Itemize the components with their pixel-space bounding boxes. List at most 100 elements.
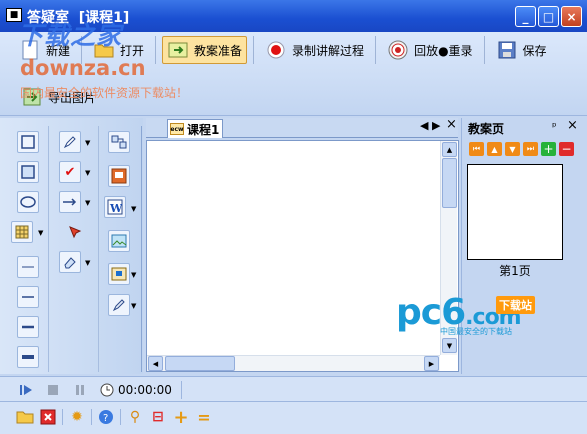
save-button[interactable]: 保存 (491, 36, 552, 64)
line-tool-1[interactable] (17, 256, 39, 278)
watermark-logo: 下载之家 (18, 21, 123, 50)
arrow-line-icon[interactable] (59, 191, 81, 213)
prepare-label: 教案准备 (194, 43, 243, 58)
toolbar-separator (483, 36, 485, 64)
tool-divider (48, 126, 49, 372)
replay-button[interactable]: 回放●重录 (382, 36, 477, 64)
minimize-button[interactable]: _ (515, 6, 536, 27)
lesson-panel-close-button[interactable]: × (567, 118, 578, 133)
scroll-down-icon[interactable]: ▼ (442, 338, 457, 353)
rect-tool[interactable] (17, 131, 39, 153)
close-button[interactable]: × (561, 6, 582, 27)
watermark-url: downza.cn (20, 56, 146, 80)
page-label: 第1页 (499, 264, 531, 278)
watermark-slogan: 国内最安全的软件资源下载站！ (20, 86, 189, 100)
tab-course1[interactable]: ecw 课程1 (167, 119, 223, 138)
replay-label: 回放●重录 (414, 43, 473, 58)
prev-page-icon[interactable]: ▲ (487, 142, 502, 156)
line-tool-4[interactable] (17, 346, 39, 368)
time-readout: 00:00:00 (118, 383, 172, 397)
scroll-up-icon[interactable]: ▲ (442, 142, 457, 157)
horizontal-scroll-thumb[interactable] (165, 356, 235, 371)
pc6-badge: 下载站 (496, 296, 535, 314)
tool-divider (141, 126, 142, 372)
pin-icon[interactable]: ᵖ (552, 120, 557, 133)
chevron-down-icon[interactable]: ▼ (85, 169, 90, 177)
tab-close-button[interactable]: × (446, 117, 457, 132)
maximize-button[interactable]: □ (538, 6, 559, 27)
replay-icon (387, 39, 409, 61)
screen-capture-icon[interactable] (108, 263, 130, 285)
help-icon[interactable]: ? (97, 408, 115, 426)
add-page-icon[interactable]: + (541, 142, 556, 156)
lesson-panel-title: 教案页 (468, 121, 505, 136)
svg-text:W: W (109, 202, 123, 215)
page-thumbnail[interactable] (467, 164, 563, 260)
pointer-icon[interactable] (64, 221, 86, 243)
grid-tool[interactable] (11, 221, 33, 243)
prepare-icon (167, 39, 189, 61)
bottom-icons: ✹ ? ⚲ ⊟ + = (16, 407, 213, 428)
rect-fill-tool[interactable] (17, 161, 39, 183)
toolbar-separator (375, 36, 377, 64)
remove-page-icon[interactable]: − (559, 142, 574, 156)
magic-wand-icon[interactable]: ⚲ (126, 408, 144, 426)
toolbar-separator (120, 409, 121, 425)
last-page-icon[interactable]: ⏭ (523, 142, 538, 156)
gear-icon[interactable]: ✹ (68, 408, 86, 426)
chevron-down-icon[interactable]: ▼ (131, 302, 136, 310)
record-button[interactable]: 录制讲解过程 (260, 36, 369, 64)
playback-controls: 00:00:00 (17, 381, 182, 399)
toolbar-separator (91, 409, 92, 425)
tab-next-button[interactable]: ▶ (432, 119, 440, 132)
toolbar-separator (155, 36, 157, 64)
scroll-right-icon[interactable]: ▶ (424, 356, 439, 371)
add-plus-icon[interactable]: + (172, 407, 190, 428)
lesson-prepare-button[interactable]: 教案准备 (162, 36, 248, 64)
horizontal-scrollbar[interactable]: ◀ ▶ (147, 355, 440, 371)
play-icon[interactable] (17, 381, 35, 399)
shape-connect-icon[interactable] (108, 131, 130, 153)
stop-icon[interactable] (44, 381, 62, 399)
toolbar-separator (180, 381, 182, 399)
toolbar-separator (253, 36, 255, 64)
chevron-down-icon[interactable]: ▼ (85, 199, 90, 207)
pause-icon[interactable] (71, 381, 89, 399)
pc6-slogan: 中国最安全的下载站 (440, 327, 512, 336)
tab-label: 课程1 (187, 122, 220, 137)
toolbar-separator (62, 409, 63, 425)
image-icon[interactable] (108, 230, 130, 252)
chevron-down-icon[interactable]: ▼ (131, 271, 136, 279)
slide-icon[interactable] (108, 165, 130, 187)
save-label: 保存 (522, 43, 547, 58)
clock-icon (98, 381, 116, 399)
equals-icon[interactable]: = (195, 408, 213, 427)
record-icon (265, 39, 287, 61)
word-icon[interactable]: W (104, 196, 126, 218)
ellipse-tool[interactable] (17, 191, 39, 213)
lesson-canvas[interactable] (146, 140, 459, 372)
eraser-icon[interactable] (59, 251, 81, 273)
next-page-icon[interactable]: ▼ (505, 142, 520, 156)
first-page-icon[interactable]: ⏮ (469, 142, 484, 156)
time-display: 00:00:00 (98, 381, 172, 399)
ecw-file-icon: ecw (170, 123, 184, 135)
export-icon[interactable]: ⊟ (149, 408, 167, 426)
close-doc-icon[interactable] (39, 408, 57, 426)
tool-divider (98, 126, 99, 372)
floppy-icon (496, 39, 518, 61)
line-tool-2[interactable] (17, 286, 39, 308)
chevron-down-icon[interactable]: ▼ (131, 205, 136, 213)
svg-text:?: ? (103, 413, 108, 424)
chevron-down-icon[interactable]: ▼ (85, 139, 90, 147)
scroll-left-icon[interactable]: ◀ (148, 356, 163, 371)
vertical-scroll-thumb[interactable] (442, 158, 457, 208)
chevron-down-icon[interactable]: ▼ (38, 229, 43, 237)
line-tool-3[interactable] (17, 316, 39, 338)
check-icon[interactable]: ✔ (59, 161, 81, 183)
pen-icon[interactable] (59, 131, 81, 153)
tab-prev-button[interactable]: ◀ (420, 119, 428, 132)
marker-icon[interactable] (108, 294, 130, 316)
open-folder-icon[interactable] (16, 408, 34, 426)
chevron-down-icon[interactable]: ▼ (85, 259, 90, 267)
